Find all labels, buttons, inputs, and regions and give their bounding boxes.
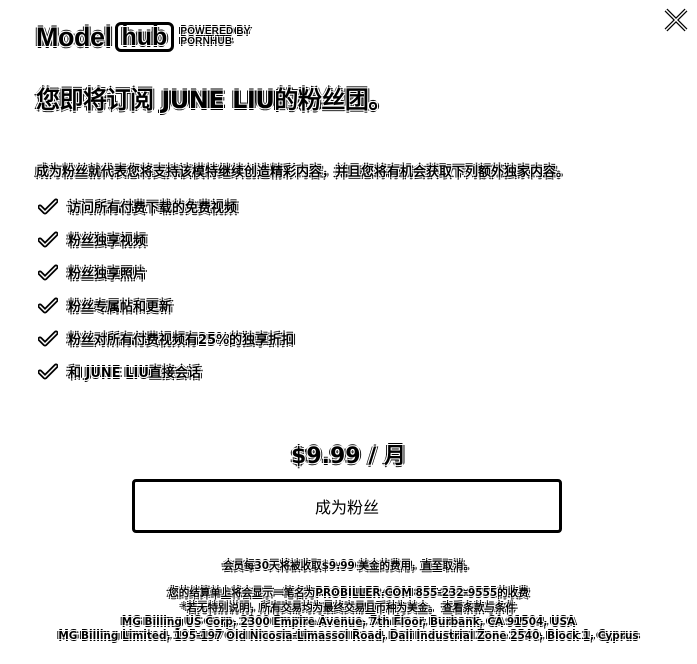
benefit-item: 粉丝独享视频 bbox=[38, 223, 294, 256]
terms-note: *若无特别说明，所有交易均为最终交易且币种为美金。 查看条款与条件 bbox=[181, 602, 516, 614]
benefit-label: 粉丝独享视频 bbox=[68, 234, 147, 249]
benefit-label: 粉丝对所有付费视频有25%的独享折扣 bbox=[68, 333, 295, 348]
benefit-label: 和 JUNE LIU直接会话 bbox=[68, 366, 201, 381]
benefit-item: 粉丝独享照片 bbox=[38, 256, 294, 289]
benefit-item: 粉丝专属帖和更新 bbox=[38, 289, 294, 322]
check-icon bbox=[38, 198, 58, 214]
billing-descriptor-note: 您的结算单上将会显示一笔名为PROBILLER.COM 855-232-9555… bbox=[168, 587, 529, 599]
page-title: 您即将订阅 JUNE LIU的粉丝团。 bbox=[36, 86, 392, 114]
price-label: $9.99 / 月 bbox=[291, 444, 406, 469]
modelhub-logo: Model hub POWERED BY PORNHUB bbox=[36, 22, 251, 52]
company-address-us: MG Billing US Corp, 2300 Empire Avenue, … bbox=[121, 616, 576, 628]
benefits-list: 访问所有付费下载的免费视频 粉丝独享视频 粉丝独享照片 粉丝专属帖和更新 粉丝对… bbox=[38, 190, 294, 388]
benefit-label: 粉丝独享照片 bbox=[68, 267, 147, 282]
check-icon bbox=[38, 330, 58, 346]
benefit-item: 和 JUNE LIU直接会话 bbox=[38, 355, 294, 388]
benefit-item: 访问所有付费下载的免费视频 bbox=[38, 190, 294, 223]
company-address-cy: MG Billing Limited, 195-197 Old Nicosia-… bbox=[58, 630, 639, 642]
intro-text: 成为粉丝就代表您将支持该模特继续创造精彩内容，并且您将有机会获取下列额外独家内容… bbox=[36, 165, 570, 180]
logo-powered-by: POWERED BY PORNHUB bbox=[180, 27, 250, 47]
benefit-label: 粉丝专属帖和更新 bbox=[68, 300, 173, 315]
check-icon bbox=[38, 264, 58, 280]
logo-model-text: Model bbox=[36, 22, 112, 52]
check-icon bbox=[38, 297, 58, 313]
benefit-item: 粉丝对所有付费视频有25%的独享折扣 bbox=[38, 322, 294, 355]
close-button[interactable] bbox=[662, 6, 690, 34]
become-fan-button[interactable]: 成为粉丝 bbox=[132, 479, 562, 533]
benefit-label: 访问所有付费下载的免费视频 bbox=[68, 201, 238, 216]
logo-powered-line2: PORNHUB bbox=[180, 36, 233, 47]
logo-hub-text: hub bbox=[114, 22, 175, 52]
close-icon bbox=[664, 8, 688, 32]
check-icon bbox=[38, 231, 58, 247]
check-icon bbox=[38, 363, 58, 379]
renewal-note: 会员每30天将被收取$9.99 美金的费用，直至取消。 bbox=[223, 560, 474, 572]
